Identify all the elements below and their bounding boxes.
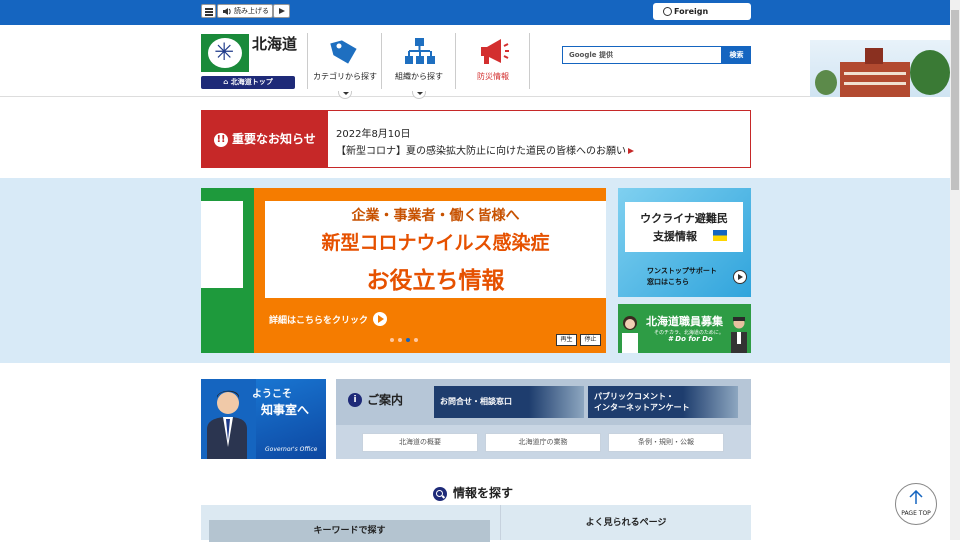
search-button[interactable]: 検索 <box>722 46 751 64</box>
play-circle-icon <box>733 270 747 284</box>
site-logo-text[interactable]: 北海道 <box>252 33 297 54</box>
slide-dot-2[interactable] <box>398 338 402 342</box>
find-info-panel: キーワードで探す よく見られるページ <box>201 505 751 542</box>
banner-cta: 詳細はこちらをクリック <box>269 316 369 326</box>
important-notice[interactable]: !! 重要なお知らせ 2022年8月10日 【新型コロナ】夏の感染拡大防止に向け… <box>201 110 751 168</box>
staff-recruitment-banner[interactable]: 北海道職員募集 そのチカラ、北海道のために。 # Do for Do <box>618 304 751 353</box>
banner-line3: お役立ち情報 <box>366 268 505 294</box>
notice-link[interactable]: 【新型コロナ】夏の感染拡大防止に向けた道民の皆様へのお願い <box>336 142 634 157</box>
page-top-button[interactable]: PAGE TOP <box>895 483 937 525</box>
banner-line1: 企業・事業者・働く皆様へ <box>351 208 520 224</box>
read-aloud-button[interactable]: 読み上げる <box>217 4 273 18</box>
site-search-input[interactable]: Google 提供 <box>562 46 722 64</box>
slide-dot-1[interactable] <box>390 338 394 342</box>
nav-disaster-info[interactable]: 防災情報 <box>457 35 529 87</box>
slide-dot-3[interactable] <box>406 338 410 342</box>
find-info-title: 情報を探す <box>453 486 514 500</box>
governor-line1: ようこそ <box>252 389 292 400</box>
governor-sub: Governor's Office <box>265 446 318 453</box>
google-search-label: Google 提供 <box>569 51 613 59</box>
top-bar <box>0 0 950 25</box>
header-building-image <box>810 40 950 97</box>
exclamation-icon: !! <box>214 133 228 147</box>
chevron-down-icon[interactable] <box>412 91 426 99</box>
nav-category-search[interactable]: カテゴリから探す <box>309 35 381 87</box>
inquiry-button[interactable]: お問合せ・相談窓口 <box>434 386 584 418</box>
page-top-label: PAGE TOP <box>901 510 931 517</box>
important-notice-label: !! 重要なお知らせ <box>202 111 328 167</box>
foreign-language-button[interactable]: Foreign Language <box>653 3 751 33</box>
nav-organization-label: 組織から探す <box>395 72 443 81</box>
vertical-scrollbar[interactable] <box>950 0 960 540</box>
man-photo <box>731 317 747 353</box>
ukraine-sub: ワンストップサポート 窓口はこちら <box>647 267 717 286</box>
read-aloud-label: 読み上げる <box>234 7 269 15</box>
governor-line2: 知事室へ <box>261 403 310 417</box>
slide-stop-button[interactable]: 停止 <box>580 334 601 346</box>
governor-office-banner[interactable]: ようこそ 知事室へ Governor's Office <box>201 379 326 459</box>
woman-photo <box>622 316 638 353</box>
menu-button[interactable] <box>201 4 216 18</box>
slide-dot-4[interactable] <box>414 338 418 342</box>
nav-disaster-label: 防災情報 <box>477 72 509 81</box>
tab-popular-pages[interactable]: よく見られるページ <box>500 505 751 540</box>
home-icon: ⌂ <box>223 78 231 86</box>
banner-line2: 新型コロナウイルス感染症 <box>321 232 550 254</box>
nav-divider <box>381 33 382 89</box>
arrow-up-icon <box>909 490 923 504</box>
guide-title: ご案内 <box>367 393 404 407</box>
scrollbar-thumb[interactable] <box>951 10 959 190</box>
ukraine-evacuee-support-banner[interactable]: ウクライナ避難民 支援情報 ワンストップサポート 窓口はこちら <box>618 188 751 297</box>
guide-panel: i ご案内 お問合せ・相談窓口 パブリックコメント・ インターネットアンケート … <box>336 379 751 459</box>
tag-icon <box>330 40 357 64</box>
nav-divider <box>529 33 530 89</box>
nav-divider <box>307 33 308 89</box>
ordinances-link[interactable]: 条例・規則・公報 <box>608 433 724 452</box>
play-circle-icon <box>373 312 387 326</box>
search-icon <box>433 487 447 501</box>
recruitment-tag: # Do for Do <box>668 335 713 343</box>
play-audio-button[interactable] <box>273 4 290 18</box>
slide-play-button[interactable]: 再生 <box>556 334 577 346</box>
info-icon: i <box>348 393 362 407</box>
org-chart-icon <box>405 38 435 64</box>
public-comment-button[interactable]: パブリックコメント・ インターネットアンケート <box>588 386 738 418</box>
covid-business-banner-slide[interactable]: 企業・事業者・働く皆様へ 新型コロナウイルス感染症 お役立ち情報 詳細はこちらを… <box>201 188 606 353</box>
nav-category-label: カテゴリから探す <box>313 72 377 81</box>
hokkaido-emblem-logo[interactable] <box>201 34 249 72</box>
tab-keyword-search[interactable]: キーワードで探す <box>209 520 490 542</box>
globe-icon <box>663 7 672 16</box>
governor-photo <box>207 390 247 459</box>
government-work-link[interactable]: 北海道庁の業務 <box>485 433 601 452</box>
ukraine-flag-icon <box>713 230 727 241</box>
public-comment-label: パブリックコメント・ インターネットアンケート <box>594 392 690 412</box>
recruitment-title: 北海道職員募集 <box>646 315 723 328</box>
chevron-down-icon[interactable] <box>338 91 352 99</box>
megaphone-icon <box>481 39 509 64</box>
hokkaido-top-button[interactable]: ⌂ 北海道トップ <box>201 76 295 89</box>
ukraine-title-line1: ウクライナ避難民 <box>640 212 728 225</box>
nav-organization-search[interactable]: 組織から探す <box>383 35 455 87</box>
home-label: 北海道トップ <box>230 78 273 86</box>
notice-date: 2022年8月10日 <box>336 129 411 140</box>
ukraine-title-line2: 支援情報 <box>653 230 697 243</box>
nav-divider <box>455 33 456 89</box>
hokkaido-overview-link[interactable]: 北海道の概要 <box>362 433 478 452</box>
inquiry-label: お問合せ・相談窓口 <box>440 397 512 406</box>
speaker-icon <box>223 8 231 15</box>
